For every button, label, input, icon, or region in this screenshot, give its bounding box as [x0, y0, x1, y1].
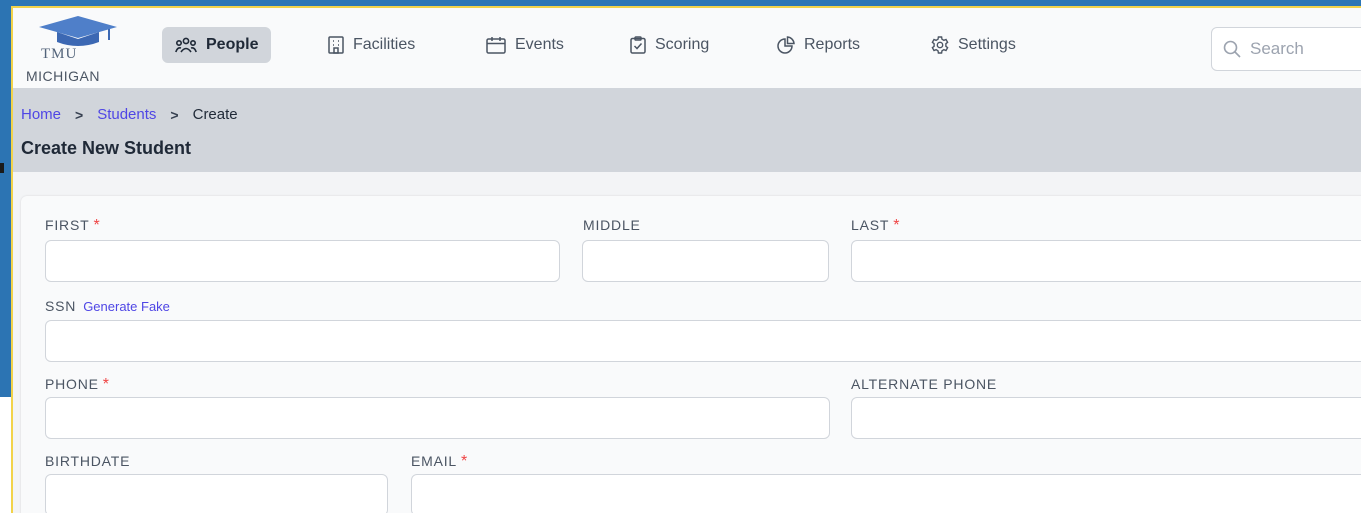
- logo[interactable]: TMU MICHIGAN: [25, 12, 145, 88]
- pie-chart-icon: [777, 36, 795, 54]
- breadcrumb-separator: >: [170, 106, 179, 123]
- people-icon: [175, 37, 197, 53]
- breadcrumb-current: Create: [192, 106, 238, 123]
- phone-label: PHONE *: [45, 376, 110, 393]
- alternate-phone-field[interactable]: [851, 397, 1361, 439]
- nav-people-label: People: [206, 36, 259, 53]
- nav-reports[interactable]: Reports: [764, 27, 873, 63]
- required-marker: *: [893, 217, 901, 234]
- building-icon: [328, 36, 344, 54]
- frame-marker: [0, 163, 4, 173]
- page-title: Create New Student: [21, 138, 192, 158]
- logo-text-tmu: TMU: [41, 46, 78, 62]
- nav-scoring-label: Scoring: [655, 36, 710, 53]
- required-marker: *: [93, 217, 101, 234]
- alternate-phone-label: ALTERNATE PHONE: [851, 376, 998, 392]
- birthdate-field[interactable]: [45, 474, 388, 513]
- nav-facilities[interactable]: Facilities: [315, 27, 428, 63]
- breadcrumb-students[interactable]: Students: [97, 106, 156, 123]
- nav-scoring[interactable]: Scoring: [617, 27, 722, 63]
- nav-facilities-label: Facilities: [353, 36, 416, 53]
- phone-field[interactable]: [45, 397, 830, 439]
- graduation-cap-icon: [39, 16, 117, 46]
- page-header: Home > Students > Create Create New Stud…: [13, 88, 1361, 172]
- ssn-label: SSN Generate Fake: [45, 298, 170, 314]
- student-form: FIRST * MIDDLE LAST * SSN Generate Fake PHO…: [21, 196, 1361, 513]
- nav-events[interactable]: Events: [473, 27, 577, 63]
- birthdate-label: BIRTHDATE: [45, 453, 131, 469]
- email-field[interactable]: [411, 474, 1361, 513]
- outer-frame-bottom-left: [0, 397, 11, 513]
- logo-text-michigan: MICHIGAN: [26, 68, 100, 84]
- nav-settings[interactable]: Settings: [918, 27, 1029, 63]
- generate-fake-ssn-link[interactable]: Generate Fake: [83, 299, 170, 314]
- top-navbar: TMU MICHIGAN People Facilities Events Sc…: [13, 8, 1361, 88]
- gear-icon: [931, 36, 949, 54]
- required-marker: *: [102, 376, 110, 393]
- first-name-label: FIRST *: [45, 217, 101, 234]
- middle-name-label: MIDDLE: [583, 217, 641, 233]
- search-icon: [1223, 40, 1241, 58]
- breadcrumb-separator: >: [75, 106, 84, 123]
- nav-settings-label: Settings: [958, 36, 1016, 53]
- search-box[interactable]: [1211, 27, 1361, 71]
- nav-events-label: Events: [515, 36, 564, 53]
- email-label: EMAIL *: [411, 453, 469, 470]
- nav-reports-label: Reports: [804, 36, 861, 53]
- required-marker: *: [461, 453, 469, 470]
- clipboard-check-icon: [630, 36, 646, 54]
- ssn-field[interactable]: [45, 320, 1361, 362]
- breadcrumb: Home > Students > Create: [21, 106, 238, 123]
- middle-name-field[interactable]: [582, 240, 829, 282]
- last-name-label: LAST *: [851, 217, 901, 234]
- first-name-field[interactable]: [45, 240, 560, 282]
- last-name-field[interactable]: [851, 240, 1361, 282]
- search-input[interactable]: [1250, 39, 1361, 59]
- nav-people[interactable]: People: [162, 27, 272, 63]
- calendar-icon: [486, 37, 506, 54]
- app-window: TMU MICHIGAN People Facilities Events Sc…: [11, 6, 1361, 513]
- breadcrumb-home[interactable]: Home: [21, 106, 61, 123]
